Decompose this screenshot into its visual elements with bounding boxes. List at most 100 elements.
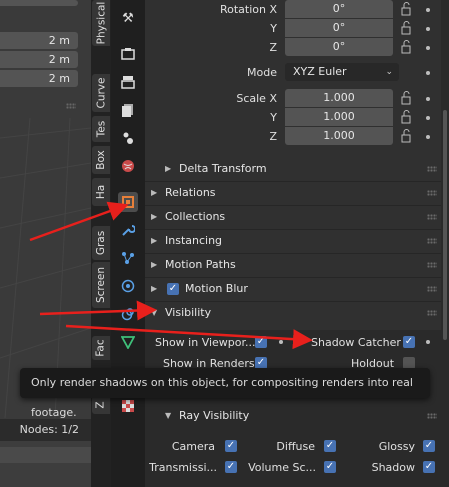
rotation-y-field[interactable]: 0° — [285, 19, 393, 37]
scale-y-field[interactable]: 1.000 — [285, 108, 393, 126]
transmission-label: Transmissi... — [149, 461, 217, 474]
physics-icon[interactable] — [118, 276, 138, 296]
object-properties-icon[interactable] — [118, 192, 138, 212]
relations-panel[interactable]: ▶ Relations — [145, 182, 441, 204]
drag-grip-icon[interactable] — [427, 238, 437, 244]
scene-icon[interactable] — [118, 128, 138, 148]
motion-blur-checkbox[interactable]: ✓ — [167, 283, 179, 295]
view-layer-icon[interactable] — [118, 100, 138, 120]
drag-grip-icon[interactable] — [427, 262, 437, 268]
tab-z[interactable]: Z — [92, 396, 110, 414]
diffuse-checkbox[interactable]: ✓ — [324, 440, 336, 452]
tab-gras[interactable]: Gras — [92, 226, 110, 260]
shadow-catcher-checkbox[interactable]: ✓ — [403, 336, 415, 348]
rotation-mode-select[interactable]: XYZ Euler ⌄ — [285, 63, 399, 81]
motion-blur-panel[interactable]: ▶ ✓ Motion Blur — [145, 278, 441, 300]
transmission-checkbox[interactable]: ✓ — [225, 461, 237, 473]
properties-tab-column: ⚒ — [111, 0, 145, 487]
glossy-checkbox[interactable]: ✓ — [423, 440, 435, 452]
camera-checkbox[interactable]: ✓ — [225, 440, 237, 452]
expand-arrow-icon: ▶ — [151, 236, 158, 245]
rotation-x-field[interactable]: 0° — [285, 0, 393, 18]
sidebar-tabs: Physical Curve Tes Box Ha Gras Screen Fa… — [91, 0, 111, 487]
keyframe-dot[interactable] — [426, 340, 430, 344]
chevron-down-icon: ⌄ — [385, 67, 393, 77]
tab-curve[interactable]: Curve — [92, 74, 110, 112]
dimension-field-y[interactable]: 2 m — [0, 51, 78, 68]
keyframe-dot[interactable] — [426, 8, 430, 12]
scrollbar-thumb[interactable] — [443, 110, 447, 340]
viewport-field-partial[interactable] — [0, 0, 78, 6]
instancing-panel[interactable]: ▶ Instancing — [145, 230, 441, 252]
lock-rotation-x-icon[interactable] — [401, 2, 413, 16]
keyframe-dot[interactable] — [279, 340, 283, 344]
panel-grip-icon[interactable] — [66, 103, 76, 109]
scale-z-label: Z — [269, 130, 277, 143]
keyframe-dot[interactable] — [426, 97, 430, 101]
lock-scale-y-icon[interactable] — [401, 110, 413, 124]
render-icon[interactable] — [118, 44, 138, 64]
drag-grip-icon[interactable] — [427, 166, 437, 172]
scale-y-label: Y — [270, 111, 277, 124]
collapse-arrow-icon: ▼ — [165, 411, 172, 420]
particles-icon[interactable] — [118, 248, 138, 268]
mode-label: Mode — [247, 66, 277, 79]
material-icon[interactable] — [118, 396, 138, 416]
dimension-field-z[interactable]: 2 m — [0, 70, 78, 87]
drag-grip-icon[interactable] — [427, 310, 437, 316]
delta-transform-subpanel[interactable]: ▶ Delta Transform — [145, 158, 441, 180]
tab-screen[interactable]: Screen — [92, 262, 110, 308]
expand-arrow-icon: ▶ — [151, 284, 158, 293]
diffuse-label: Diffuse — [276, 440, 315, 453]
drag-grip-icon[interactable] — [427, 190, 437, 196]
ray-visibility-subpanel[interactable]: ▼ Ray Visibility — [145, 405, 441, 427]
lock-rotation-y-icon[interactable] — [401, 21, 413, 35]
world-icon[interactable] — [118, 156, 138, 176]
glossy-label: Glossy — [378, 440, 415, 453]
expand-arrow-icon: ▶ — [151, 188, 158, 197]
volume-scatter-checkbox[interactable]: ✓ — [324, 461, 336, 473]
dimension-field-x[interactable]: 2 m — [0, 32, 78, 49]
rotation-z-field[interactable]: 0° — [285, 38, 393, 56]
tab-fac[interactable]: Fac — [92, 336, 110, 360]
tool-icon[interactable]: ⚒ — [118, 8, 138, 28]
camera-label: Camera — [171, 440, 215, 453]
keyframe-dot[interactable] — [426, 46, 430, 50]
lock-scale-x-icon[interactable] — [401, 91, 413, 105]
modifier-wrench-icon[interactable] — [118, 220, 138, 240]
panel-scrollbar[interactable] — [441, 0, 449, 487]
tab-physical[interactable]: Physical — [92, 0, 110, 46]
shadow-catcher-tooltip: Only render shadows on this object, for … — [20, 368, 430, 419]
drag-grip-icon[interactable] — [427, 214, 437, 220]
scale-z-field[interactable]: 1.000 — [285, 127, 393, 145]
scale-x-field[interactable]: 1.000 — [285, 89, 393, 107]
motion-paths-panel[interactable]: ▶ Motion Paths — [145, 254, 441, 276]
lock-scale-z-icon[interactable] — [401, 129, 413, 143]
constraints-icon[interactable] — [118, 304, 138, 324]
shadow-label: Shadow — [371, 461, 415, 474]
visibility-content: Show in Viewpor... ✓ Shadow Catcher ✓ Sh… — [145, 330, 441, 487]
tab-ha[interactable]: Ha — [92, 178, 110, 206]
expand-arrow-icon: ▶ — [151, 212, 158, 221]
lock-rotation-z-icon[interactable] — [401, 40, 413, 54]
output-icon[interactable] — [118, 72, 138, 92]
object-data-icon[interactable] — [118, 332, 138, 352]
drag-grip-icon[interactable] — [427, 413, 437, 419]
rotation-x-label: Rotation X — [219, 3, 277, 16]
tab-box[interactable]: Box — [92, 146, 110, 174]
expand-arrow-icon: ▶ — [165, 164, 172, 173]
keyframe-dot[interactable] — [426, 116, 430, 120]
keyframe-dot[interactable] — [426, 27, 430, 31]
collections-panel[interactable]: ▶ Collections — [145, 206, 441, 228]
visibility-panel[interactable]: ▼ Visibility — [145, 302, 441, 324]
shadow-catcher-label: Shadow Catcher — [311, 336, 401, 349]
keyframe-dot[interactable] — [426, 135, 430, 139]
tab-tes[interactable]: Tes — [92, 116, 110, 142]
keyframe-dot[interactable] — [426, 71, 430, 75]
collapse-arrow-icon: ▼ — [151, 308, 158, 317]
drag-grip-icon[interactable] — [427, 286, 437, 292]
bottom-field[interactable] — [0, 447, 91, 463]
show-in-viewports-label: Show in Viewpor... — [155, 336, 256, 349]
shadow-checkbox[interactable]: ✓ — [423, 461, 435, 473]
show-in-viewports-checkbox[interactable]: ✓ — [255, 336, 267, 348]
